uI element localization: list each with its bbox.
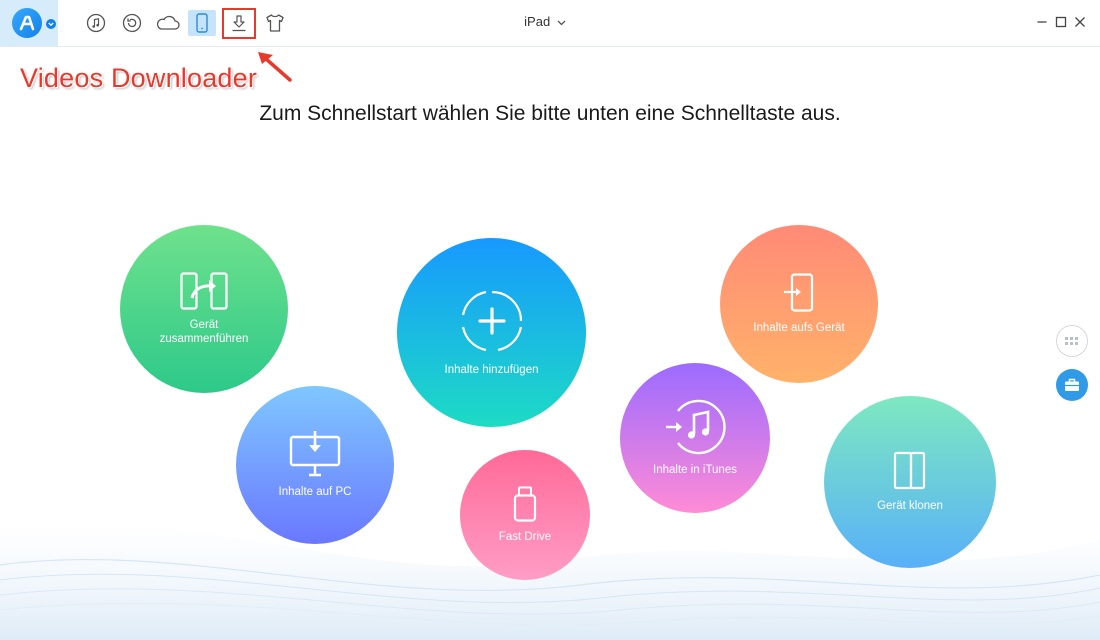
music-note-icon[interactable] [82, 10, 110, 36]
to-itunes-label: Inhalte in iTunes [653, 464, 737, 476]
fast-drive-button[interactable]: Fast Drive [460, 450, 590, 580]
grid-icon [1065, 336, 1078, 345]
clone-device-icon [893, 451, 927, 491]
app-logo-icon [12, 8, 42, 38]
monitor-download-icon [289, 431, 341, 477]
annotation-arrow-icon [258, 52, 292, 82]
page-title: Zum Schnellstart wählen Sie bitte unten … [259, 102, 841, 125]
clone-device-button[interactable]: Gerät klonen [824, 396, 996, 568]
annotation-label: Videos Downloader [20, 63, 258, 93]
plus-icon [460, 289, 524, 353]
usb-drive-icon [513, 486, 537, 522]
clone-device-label: Gerät klonen [877, 500, 943, 512]
itunes-icon [664, 399, 726, 455]
phone-device-icon[interactable] [188, 10, 216, 36]
to-device-icon [782, 273, 816, 313]
add-content-button[interactable]: Inhalte hinzufügen [397, 238, 586, 427]
to-itunes-button[interactable]: Inhalte in iTunes [620, 363, 770, 513]
minimize-icon[interactable] [1034, 14, 1050, 30]
to-pc-label: Inhalte auf PC [278, 486, 352, 498]
toolbox-icon [1065, 378, 1079, 391]
merge-devices-icon [180, 272, 228, 310]
merge-devices-button[interactable]: Gerät zusammenführen [120, 225, 288, 393]
fast-drive-label: Fast Drive [498, 531, 552, 543]
device-name: iPad [524, 14, 551, 29]
to-device-label: Inhalte aufs Gerät [753, 322, 845, 334]
maximize-icon[interactable] [1053, 14, 1069, 30]
grid-view-button[interactable] [1056, 325, 1088, 357]
backup-restore-icon[interactable] [118, 10, 146, 36]
device-selector[interactable]: iPad [500, 14, 590, 29]
chevron-down-icon [46, 19, 56, 29]
chevron-down-icon [557, 20, 566, 25]
merge-devices-label: Gerät zusammenführen [159, 319, 249, 345]
to-pc-button[interactable]: Inhalte auf PC [236, 386, 394, 544]
download-highlight-frame [222, 8, 256, 39]
close-icon[interactable] [1072, 14, 1088, 30]
cloud-icon[interactable] [154, 10, 182, 36]
to-device-button[interactable]: Inhalte aufs Gerät [720, 225, 878, 383]
app-logo-menu[interactable] [0, 0, 58, 46]
top-toolbar: iPad [0, 0, 1100, 47]
toolbox-button[interactable] [1056, 369, 1088, 401]
add-content-label: Inhalte hinzufügen [444, 363, 539, 376]
tshirt-icon[interactable] [261, 10, 289, 36]
